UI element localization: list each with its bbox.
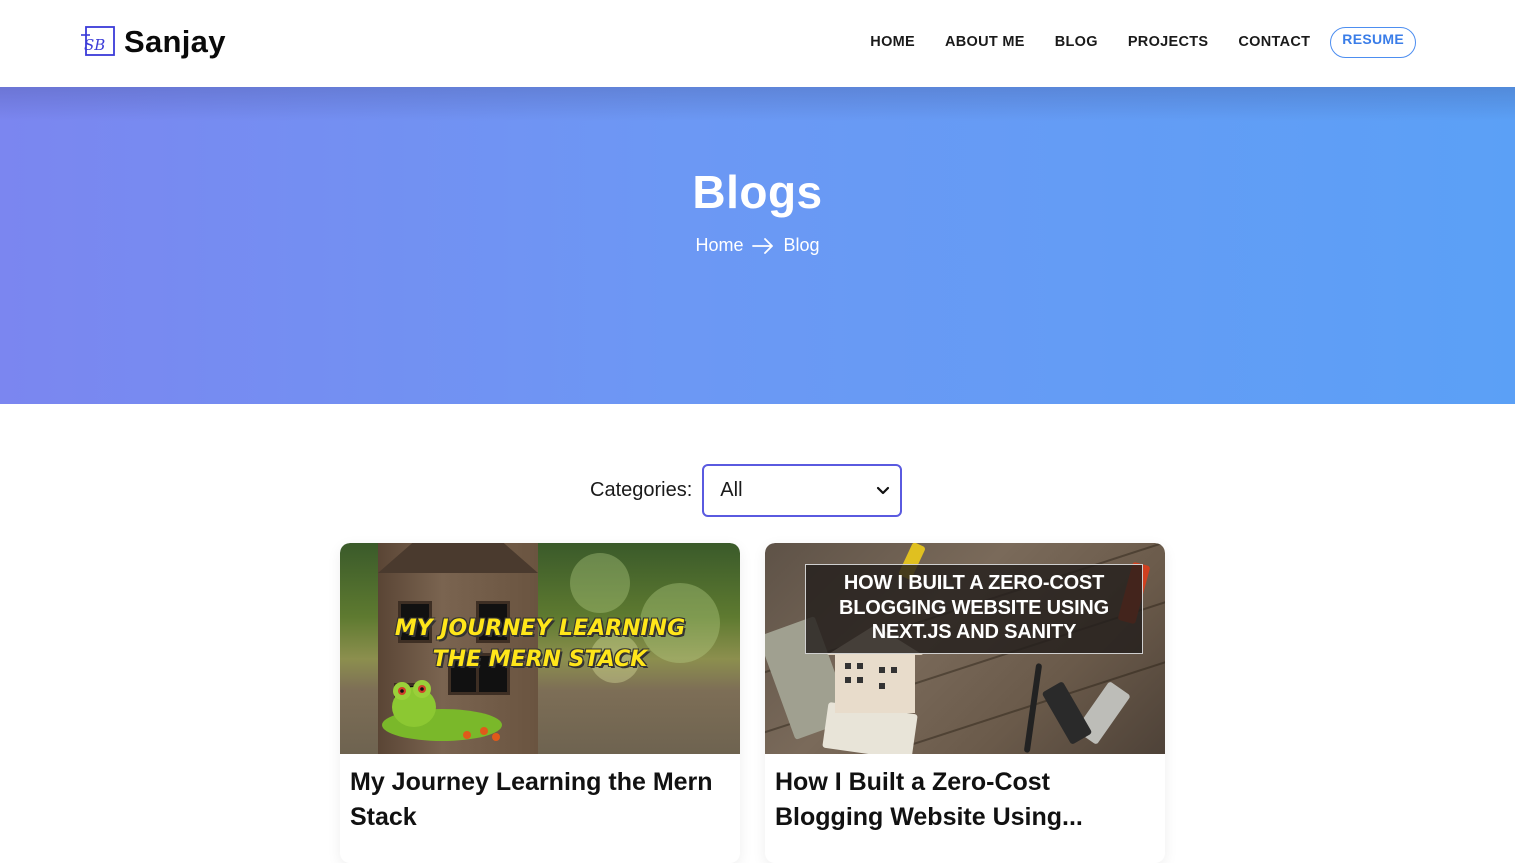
- nav-blog[interactable]: BLOG: [1055, 34, 1098, 50]
- site-logo[interactable]: SB Sanjay: [80, 20, 226, 64]
- nav-home[interactable]: HOME: [870, 34, 915, 50]
- nav-contact[interactable]: CONTACT: [1238, 34, 1310, 50]
- site-header: SB Sanjay HOME ABOUT ME BLOG PROJECTS CO…: [0, 0, 1515, 87]
- nav-about-me[interactable]: ABOUT ME: [945, 34, 1025, 50]
- hero-banner: Blogs Home Blog: [0, 87, 1515, 404]
- hero-shadow: [0, 87, 1515, 121]
- main-nav: HOME ABOUT ME BLOG PROJECTS CONTACT RESU…: [870, 26, 1416, 58]
- category-select[interactable]: All: [702, 464, 903, 517]
- category-selected-value: All: [720, 479, 743, 501]
- breadcrumb: Home Blog: [0, 235, 1515, 256]
- blog-card[interactable]: MY JOURNEY LEARNING THE MERN STACK My Jo…: [340, 543, 740, 863]
- blog-card-title[interactable]: How I Built a Zero-Cost Blogging Website…: [775, 765, 1155, 835]
- breadcrumb-current: Blog: [783, 235, 820, 255]
- blog-card-image-caption: MY JOURNEY LEARNING THE MERN STACK: [394, 616, 686, 672]
- blog-card-image[interactable]: MY JOURNEY LEARNING THE MERN STACK: [340, 543, 740, 754]
- category-label: Categories:: [590, 479, 693, 501]
- blog-card-image[interactable]: HOW I BUILT A ZERO-COST BLOGGING WEBSITE…: [765, 543, 1165, 754]
- svg-text:SB: SB: [84, 36, 105, 54]
- arrow-right-icon: [752, 237, 774, 254]
- breadcrumb-home-link[interactable]: Home: [695, 235, 743, 256]
- blog-card[interactable]: HOW I BUILT A ZERO-COST BLOGGING WEBSITE…: [765, 543, 1165, 863]
- category-filter: Categories: All: [590, 464, 903, 517]
- logo-text: Sanjay: [124, 24, 226, 59]
- blog-card-image-caption: HOW I BUILT A ZERO-COST BLOGGING WEBSITE…: [838, 572, 1110, 643]
- blog-card-title[interactable]: My Journey Learning the Mern Stack: [350, 765, 730, 835]
- nav-projects[interactable]: PROJECTS: [1128, 34, 1209, 50]
- frog-illustration: [382, 680, 502, 741]
- logo-icon: SB: [81, 26, 115, 56]
- resume-button[interactable]: RESUME: [1330, 26, 1416, 58]
- page-title: Blogs: [692, 166, 823, 218]
- chevron-down-icon: [877, 486, 890, 494]
- house-model: [835, 653, 915, 713]
